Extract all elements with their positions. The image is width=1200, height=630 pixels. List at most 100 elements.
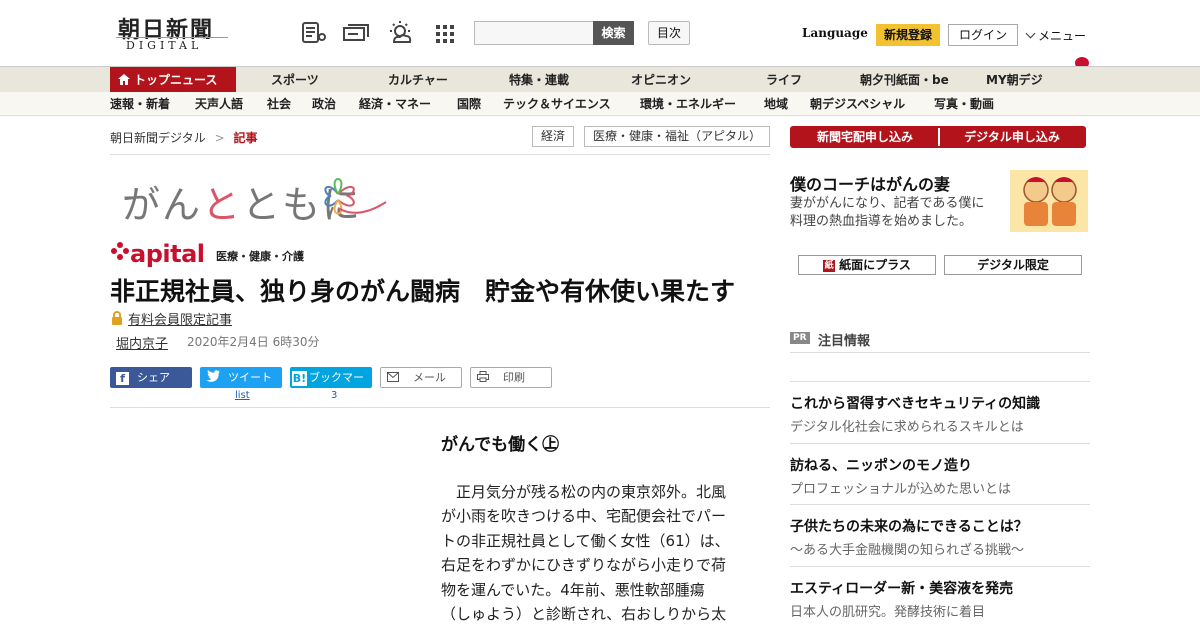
nav-local[interactable]: 地域 [764,92,788,116]
weather-icon[interactable] [386,20,414,46]
nav-top-news[interactable]: トップニュース [110,67,236,93]
toc-button[interactable]: 目次 [648,21,690,45]
article-subheading: がんでも働く㊤ [441,435,560,455]
ticket-icon[interactable] [342,20,370,46]
promo-title[interactable]: 僕のコーチはがんの妻 [790,171,950,195]
nav-society[interactable]: 社会 [267,92,291,116]
nav-culture[interactable]: カルチャー [388,67,448,93]
apital-tagline: 医療・健康・介護 [216,250,304,263]
paid-member-label[interactable]: 有料会員限定記事 [128,309,232,328]
site-header: 朝日新聞 DIGITAL 検索 目次 Language 新規登録 ログイン メニ… [0,0,1200,66]
subscribe-button-group: 新聞宅配申し込み デジタル申し込み [790,126,1086,148]
breadcrumb-home[interactable]: 朝日新聞デジタル [110,131,206,145]
body-line: 右足をわずかにひきずりながら小走りで荷 [441,556,727,575]
tag-economy[interactable]: 経済 [532,126,574,147]
primary-nav: トップニュース スポーツ カルチャー 特集・連載 オピニオン ライフ 朝夕刊紙面… [0,66,1200,93]
share-label: シェア [137,371,170,384]
nav-sports[interactable]: スポーツ [271,67,319,93]
nav-my-asahi[interactable]: MY朝デジ [986,67,1043,93]
banner-text-b: と [202,183,243,227]
nav-special[interactable]: 朝デジスペシャル [810,92,905,116]
breadcrumb-sep: > [214,131,225,145]
promo-description: 妻ががんになり、記者である僕に 料理の熱血指導を始めました。 [790,195,1005,231]
divider [790,381,1090,382]
menu-button[interactable]: メニュー [1025,27,1087,44]
print-label: 印刷 [503,371,525,384]
body-line: 物を運んでいた。4年前、悪性軟部腫瘍 [441,580,705,599]
nav-paper-edition[interactable]: 朝夕刊紙面・be [860,67,949,93]
facebook-icon: f [116,371,129,385]
tag-apital[interactable]: 医療・健康・福祉（アピタル） [584,126,770,147]
nav-environment[interactable]: 環境・エネルギー [640,92,736,116]
body-line: 正月気分が残る松の内の東京郊外。北風 [441,483,727,501]
tweet-count[interactable]: list [235,390,250,401]
pr-item-desc: デジタル化社会に求められるスキルとは [790,420,1024,435]
nav-features[interactable]: 特集・連載 [509,67,569,93]
nav-photo-video[interactable]: 写真・動画 [934,92,994,116]
apital-logo[interactable]: apital [130,240,205,268]
pr-list-item[interactable]: エスティローダー新・美容液を発売 日本人の肌研究。発酵技術に着目 [790,578,1090,620]
chevron-down-icon [1025,28,1036,39]
mail-icon [387,369,399,388]
body-line: トの非正規社員として働く女性（61）は、 [441,531,730,550]
pr-item-desc: プロフェッショナルが込めた思いとは [790,482,1012,497]
apital-dots-icon [110,241,130,261]
print-button[interactable]: 印刷 [470,367,552,388]
banner-text-a: がん [122,183,203,227]
divider [790,566,1090,567]
breadcrumb: 朝日新聞デジタル > 記事 [110,129,258,146]
paper-plus-button[interactable]: 紙紙面にプラス [798,255,936,275]
clover-icon [318,172,390,220]
pr-item-title: エスティローダー新・美容液を発売 [790,581,1014,597]
digital-subscribe-button[interactable]: デジタル申し込み [940,128,1084,146]
divider [790,352,1090,353]
digital-only-button[interactable]: デジタル限定 [944,255,1082,275]
pr-list-item[interactable]: 訪ねる、ニッポンのモノ造り プロフェッショナルが込めた思いとは [790,455,1090,497]
newspaper-subscribe-button[interactable]: 新聞宅配申し込み [792,128,938,146]
promo-desc-line: 妻ががんになり、記者である僕に [790,196,985,211]
facebook-share-button[interactable]: f シェア [110,367,192,388]
pr-item-title: 訪ねる、ニッポンのモノ造り [790,458,972,474]
nav-life[interactable]: ライフ [766,67,802,93]
nav-tenseijingo[interactable]: 天声人語 [195,92,243,116]
language-link[interactable]: Language [802,26,868,40]
promo-illustration[interactable] [1008,168,1090,234]
newspaper-icon[interactable] [300,20,328,46]
nav-breaking[interactable]: 速報・新着 [110,92,170,116]
home-icon [118,68,130,94]
nav-politics[interactable]: 政治 [312,92,336,116]
nav-economy[interactable]: 経済・マネー [359,92,431,116]
tweet-label: ツイート [228,371,272,384]
breadcrumb-current: 記事 [233,131,258,145]
hatena-bookmark-button[interactable]: B! ブックマーク [290,367,372,405]
site-logo-sub: DIGITAL [126,39,203,52]
pr-item-desc: 日本人の肌研究。発酵技術に着目 [790,605,986,620]
author-link[interactable]: 堀内京子 [116,333,168,352]
apps-grid-icon[interactable] [432,20,460,46]
search-button[interactable]: 検索 [593,21,634,45]
pr-heading: 注目情報 [818,334,871,349]
paper-plus-icon: 紙 [823,259,836,272]
publish-date: 2020年2月4日 6時30分 [187,335,320,349]
login-button[interactable]: ログイン [948,24,1018,46]
nav-opinion[interactable]: オピニオン [631,67,691,93]
body-line: が小雨を吹きつける中、宅配便会社でパー [441,507,727,526]
signup-button[interactable]: 新規登録 [876,24,940,46]
nav-tech[interactable]: テック＆サイエンス [503,92,611,116]
article-body: 正月気分が残る松の内の東京郊外。北風 が小雨を吹きつける中、宅配便会社でパー ト… [441,480,747,626]
pr-item-desc: ～ある大手金融機関の知られざる挑戦～ [790,543,1025,558]
pr-list-item[interactable]: 子供たちの未来の為にできることは？ ～ある大手金融機関の知られざる挑戦～ [790,516,1090,558]
mail-button[interactable]: メール [380,367,462,388]
pr-list-item[interactable]: これから習得すべきセキュリティの知識 デジタル化社会に求められるスキルとは [790,393,1090,435]
bookmark-count[interactable]: 3 [331,390,337,401]
search-input[interactable] [474,21,594,45]
divider [110,407,770,408]
divider [790,504,1090,505]
print-icon [477,369,489,388]
nav-international[interactable]: 国際 [457,92,481,116]
pr-item-title: 子供たちの未来の為にできることは？ [790,519,1028,535]
logo-rule [116,37,228,38]
promo-desc-line: 料理の熱血指導を始めました。 [790,214,973,229]
menu-label: メニュー [1038,29,1087,43]
tweet-button[interactable]: ツイート [200,367,282,388]
